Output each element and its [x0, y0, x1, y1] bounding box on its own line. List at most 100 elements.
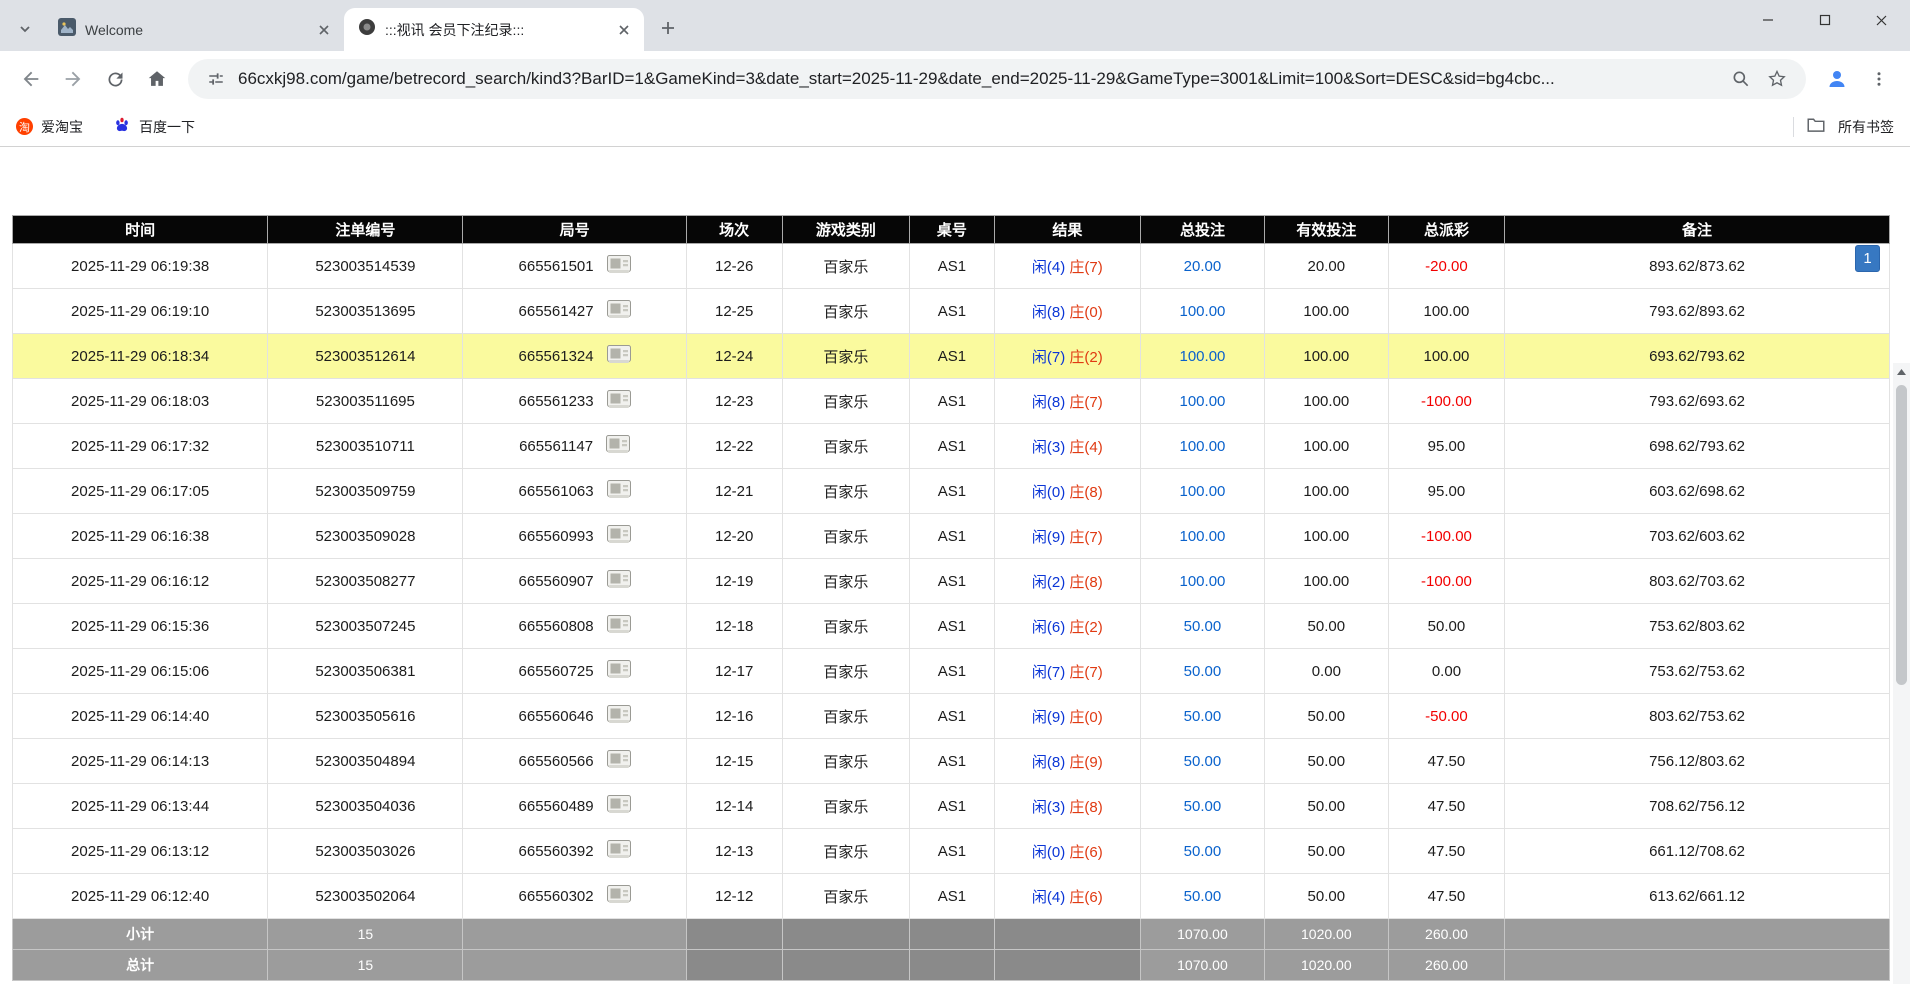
- cell-remark: 703.62/603.62: [1505, 514, 1890, 559]
- cell-round-number: 665561233: [463, 379, 686, 424]
- bookmark-item-aitaobao[interactable]: 淘 爱淘宝: [16, 117, 83, 137]
- cell-valid-bet: 50.00: [1264, 739, 1388, 784]
- cell-payout: -50.00: [1388, 694, 1504, 739]
- video-replay-icon[interactable]: [607, 570, 631, 593]
- total-bet-link[interactable]: 100.00: [1180, 528, 1226, 545]
- total-bet-link[interactable]: 50.00: [1184, 798, 1222, 815]
- total-bet-link[interactable]: 100.00: [1180, 483, 1226, 500]
- cell-round-number: 665561501: [463, 244, 686, 289]
- cell-remark: 753.62/803.62: [1505, 604, 1890, 649]
- total-bet-link[interactable]: 50.00: [1184, 708, 1222, 725]
- video-replay-icon[interactable]: [607, 660, 631, 683]
- tab-bet-records[interactable]: :::视讯 会员下注纪录:::: [344, 8, 644, 51]
- cell-result: 闲(4) 庄(6): [994, 874, 1140, 919]
- video-replay-icon[interactable]: [607, 255, 631, 278]
- bookmark-label: 百度一下: [139, 117, 195, 137]
- video-replay-icon[interactable]: [606, 435, 630, 458]
- new-tab-button[interactable]: [652, 12, 684, 44]
- footer-empty-result: [994, 950, 1140, 981]
- window-minimize-icon[interactable]: [1739, 0, 1796, 40]
- cell-game-type: 百家乐: [782, 379, 910, 424]
- back-icon[interactable]: [13, 61, 49, 97]
- reload-icon[interactable]: [97, 61, 133, 97]
- total-bet-link[interactable]: 20.00: [1184, 258, 1222, 275]
- total-bet-link[interactable]: 100.00: [1180, 393, 1226, 410]
- scrollbar-thumb[interactable]: [1896, 385, 1907, 685]
- cell-table-number: AS1: [910, 244, 994, 289]
- cell-bet-number: 523003509759: [268, 469, 463, 514]
- total-bet-link[interactable]: 100.00: [1180, 303, 1226, 320]
- cell-valid-bet: 100.00: [1264, 514, 1388, 559]
- video-replay-icon[interactable]: [607, 480, 631, 503]
- video-replay-icon[interactable]: [607, 300, 631, 323]
- cell-valid-bet: 0.00: [1264, 649, 1388, 694]
- header-result: 结果: [994, 216, 1140, 244]
- cell-session: 12-13: [686, 829, 782, 874]
- footer-payout: 260.00: [1388, 919, 1504, 950]
- pagination-page-1-button[interactable]: 1: [1855, 245, 1880, 272]
- cell-remark: 613.62/661.12: [1505, 874, 1890, 919]
- address-bar[interactable]: 66cxkj98.com/game/betrecord_search/kind3…: [188, 59, 1806, 99]
- cell-table-number: AS1: [910, 874, 994, 919]
- tab-close-icon[interactable]: [314, 20, 334, 40]
- round-number: 665561427: [519, 303, 594, 320]
- scroll-up-icon[interactable]: [1893, 363, 1910, 380]
- taobao-icon: 淘: [16, 118, 33, 135]
- forward-icon[interactable]: [55, 61, 91, 97]
- video-replay-icon[interactable]: [607, 885, 631, 908]
- footer-empty-remark: [1505, 919, 1890, 950]
- cell-result: 闲(8) 庄(9): [994, 739, 1140, 784]
- bookmark-star-icon[interactable]: [1762, 64, 1792, 94]
- result-player: 闲(4): [1032, 259, 1065, 276]
- video-replay-icon[interactable]: [607, 615, 631, 638]
- video-replay-icon[interactable]: [607, 705, 631, 728]
- cell-remark: 793.62/693.62: [1505, 379, 1890, 424]
- cell-time: 2025-11-29 06:13:44: [13, 784, 268, 829]
- url-text[interactable]: 66cxkj98.com/game/betrecord_search/kind3…: [238, 69, 1720, 89]
- cell-result: 闲(9) 庄(7): [994, 514, 1140, 559]
- video-replay-icon[interactable]: [607, 840, 631, 863]
- cell-total-bet: 50.00: [1141, 694, 1265, 739]
- round-number: 665560808: [519, 618, 594, 635]
- cell-game-type: 百家乐: [782, 559, 910, 604]
- result-player: 闲(8): [1032, 304, 1065, 321]
- cell-remark: 693.62/793.62: [1505, 334, 1890, 379]
- video-replay-icon[interactable]: [607, 525, 631, 548]
- total-bet-link[interactable]: 50.00: [1184, 753, 1222, 770]
- profile-avatar-icon[interactable]: [1819, 61, 1855, 97]
- result-player: 闲(2): [1032, 574, 1065, 591]
- round-number: 665561324: [519, 348, 594, 365]
- window-maximize-icon[interactable]: [1796, 0, 1853, 40]
- total-bet-link[interactable]: 100.00: [1180, 438, 1226, 455]
- video-replay-icon[interactable]: [607, 795, 631, 818]
- result-player: 闲(3): [1032, 439, 1065, 456]
- tab-welcome[interactable]: Welcome: [44, 8, 344, 51]
- all-bookmarks-button[interactable]: 所有书签: [1793, 116, 1894, 137]
- result-banker: 庄(4): [1069, 439, 1102, 456]
- cell-remark: 793.62/893.62: [1505, 289, 1890, 334]
- total-bet-link[interactable]: 50.00: [1184, 888, 1222, 905]
- total-bet-link[interactable]: 50.00: [1184, 618, 1222, 635]
- total-bet-link[interactable]: 100.00: [1180, 348, 1226, 365]
- scrollbar[interactable]: [1893, 363, 1910, 984]
- tab-close-icon[interactable]: [614, 20, 634, 40]
- video-replay-icon[interactable]: [607, 390, 631, 413]
- video-replay-icon[interactable]: [607, 345, 631, 368]
- zoom-magnifier-icon[interactable]: [1726, 64, 1756, 94]
- video-replay-icon[interactable]: [607, 750, 631, 773]
- tab-search-chevron-icon[interactable]: [10, 14, 40, 44]
- cell-total-bet: 100.00: [1141, 514, 1265, 559]
- total-bet-link[interactable]: 50.00: [1184, 663, 1222, 680]
- footer-empty-round: [463, 950, 686, 981]
- footer-total-bet: 1070.00: [1141, 919, 1265, 950]
- cell-total-bet: 100.00: [1141, 379, 1265, 424]
- cell-payout: 47.50: [1388, 829, 1504, 874]
- bookmark-item-baidu[interactable]: 百度一下: [113, 116, 195, 137]
- window-close-icon[interactable]: [1853, 0, 1910, 40]
- menu-kebab-icon[interactable]: [1861, 61, 1897, 97]
- site-settings-tune-icon[interactable]: [202, 65, 230, 93]
- total-bet-link[interactable]: 50.00: [1184, 843, 1222, 860]
- result-player: 闲(9): [1032, 529, 1065, 546]
- total-bet-link[interactable]: 100.00: [1180, 573, 1226, 590]
- home-icon[interactable]: [139, 61, 175, 97]
